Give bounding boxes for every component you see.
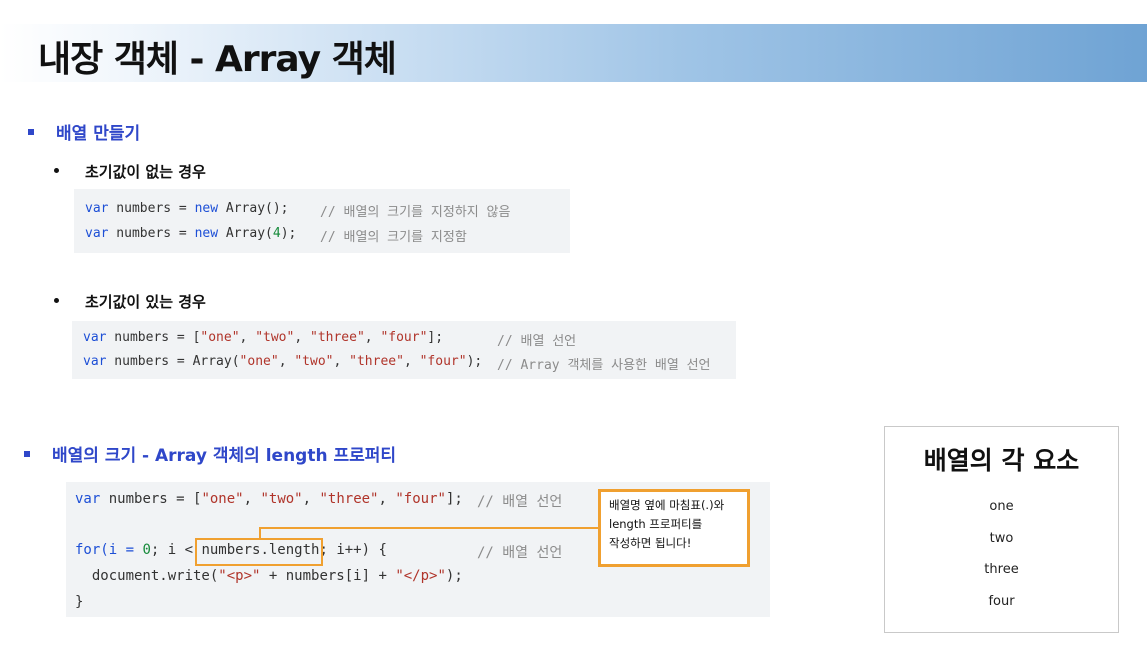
square-bullet-icon	[28, 129, 34, 135]
section-heading-label: 배열 만들기	[56, 124, 141, 144]
code-line: }	[75, 594, 84, 610]
callout-connector-horizontal	[259, 527, 598, 529]
callout-line: 배열명 옆에 마침표(.)와	[609, 498, 725, 512]
callout-line: 작성하면 됩니다!	[609, 536, 692, 550]
title-bar: 내장 객체 - Array 객체	[0, 24, 1147, 82]
code-comment: // 배열의 크기를 지정하지 않음	[320, 205, 511, 220]
result-item: one	[989, 499, 1014, 514]
code-comment: // Array 객체를 사용한 배열 선언	[497, 358, 711, 373]
result-title: 배열의 각 요소	[923, 446, 1080, 475]
code-comment: // 배열 선언	[477, 494, 563, 510]
code-block-with-initial: var numbers = ["one", "two", "three", "f…	[72, 321, 736, 379]
bullet-no-initial: 초기값이 없는 경우	[54, 161, 206, 182]
bullet-label: 초기값이 있는 경우	[85, 293, 206, 311]
bullet-dot-icon	[54, 168, 59, 173]
section-heading-array-length: 배열의 크기 - Array 객체의 length 프로퍼티	[24, 441, 396, 466]
result-item: two	[989, 531, 1014, 546]
slide-title: 내장 객체 - Array 객체	[38, 39, 397, 80]
code-block-no-initial: var numbers = new Array(); // 배열의 크기를 지정…	[74, 189, 570, 253]
length-highlight-box	[195, 538, 323, 566]
section-heading-array-create: 배열 만들기	[28, 119, 140, 144]
bullet-label: 초기값이 없는 경우	[85, 163, 206, 181]
result-item: three	[984, 562, 1019, 577]
callout-tooltip: 배열명 옆에 마침표(.)와 length 프로퍼티를 작성하면 됩니다!	[598, 489, 750, 567]
code-line: var numbers = Array("one", "two", "three…	[83, 354, 483, 369]
callout-line: length 프로퍼티를	[609, 517, 703, 531]
result-panel: 배열의 각 요소 one two three four	[884, 426, 1119, 633]
code-line: document.write("<p>" + numbers[i] + "</p…	[75, 568, 463, 584]
section-heading-label: 배열의 크기 - Array 객체의 length 프로퍼티	[52, 446, 397, 466]
bullet-dot-icon	[54, 298, 59, 303]
code-comment: // 배열 선언	[477, 545, 563, 561]
code-line: var numbers = new Array(4);	[85, 226, 297, 241]
code-line: var numbers = new Array();	[85, 201, 289, 216]
code-comment: // 배열의 크기를 지정함	[320, 230, 467, 245]
code-comment: // 배열 선언	[497, 334, 577, 349]
code-line: var numbers = ["one", "two", "three", "f…	[83, 330, 444, 345]
square-bullet-icon	[24, 451, 30, 457]
bullet-with-initial: 초기값이 있는 경우	[54, 291, 206, 312]
code-line: var numbers = ["one", "two", "three", "f…	[75, 491, 463, 507]
result-item: four	[988, 594, 1015, 609]
